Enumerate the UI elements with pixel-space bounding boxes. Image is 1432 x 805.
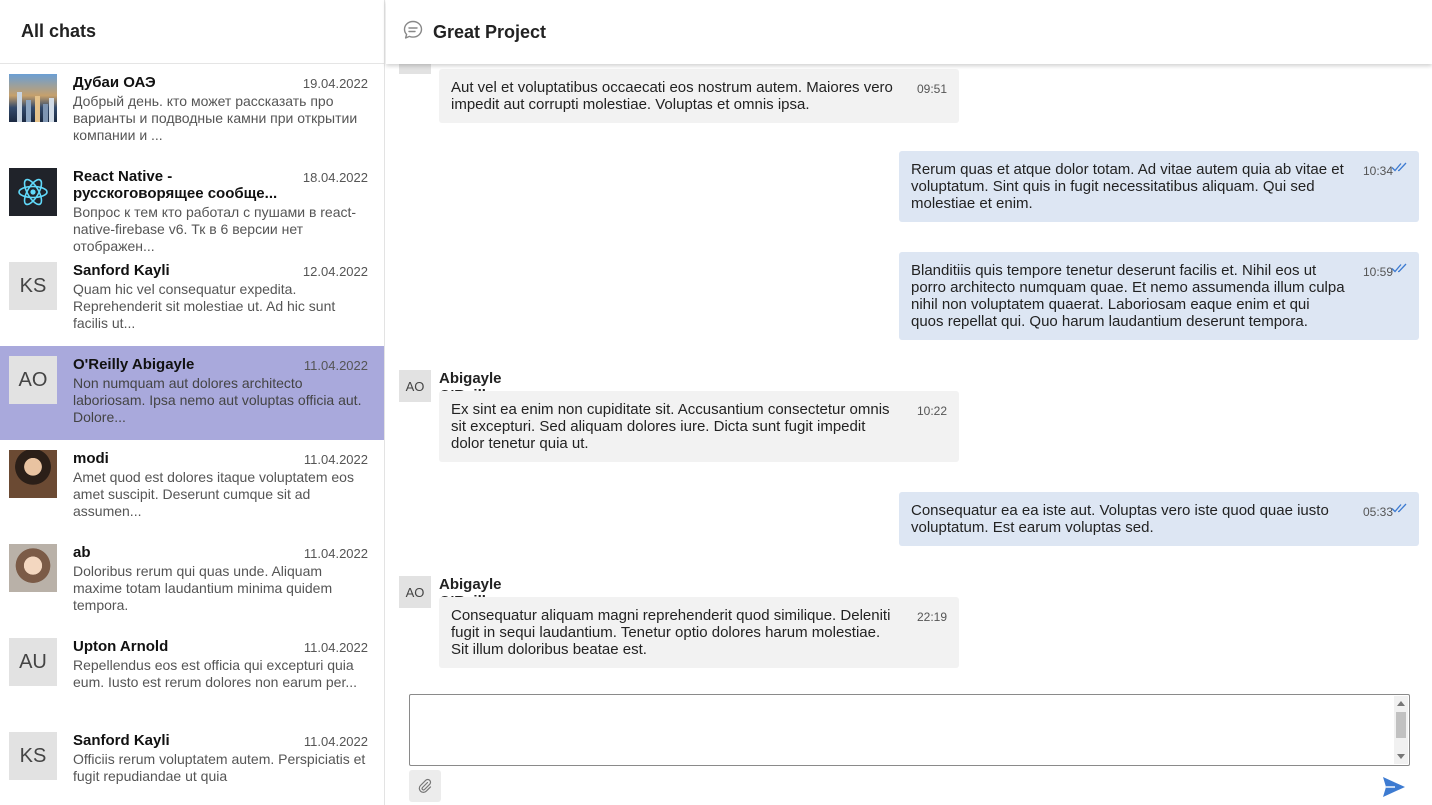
react-logo-icon [9, 168, 57, 216]
chat-list-item[interactable]: ab 11.04.2022 Doloribus rerum qui quas u… [0, 534, 384, 628]
avatar: KS [9, 262, 57, 310]
chat-list-item-active[interactable]: AO O'Reilly Abigayle 11.04.2022 Non numq… [0, 346, 384, 440]
chat-preview: Добрый день. кто может рассказать про ва… [73, 93, 358, 143]
chat-header: Great Project [386, 0, 1432, 64]
avatar: KS [9, 732, 57, 780]
chat-bubble-icon [402, 19, 424, 46]
avatar: AO [399, 370, 431, 402]
avatar: AU [9, 638, 57, 686]
message-bubble-incoming: Aut vel et voluptatibus occaecati eos no… [439, 69, 959, 123]
message-text: Rerum quas et atque dolor totam. Ad vita… [911, 161, 1344, 212]
message-time: 10:22 [916, 404, 947, 418]
send-button[interactable] [1381, 774, 1407, 800]
chat-item-body: O'Reilly Abigayle 11.04.2022 Non numquam… [73, 356, 368, 440]
message-time: 10:34 [1362, 164, 1393, 178]
chat-date: 11.04.2022 [303, 640, 368, 655]
message-bubble-outgoing: Consequatur ea ea iste aut. Voluptas ver… [899, 492, 1419, 546]
message-time: 05:33 [1362, 505, 1393, 519]
sidebar-title: All chats [21, 21, 97, 41]
chat-list-item[interactable]: AU Upton Arnold 11.04.2022 Repellendus e… [0, 628, 384, 722]
chat-preview: Repellendus eos est officia qui exceptur… [73, 657, 358, 690]
chat-date: 11.04.2022 [303, 546, 368, 561]
chat-item-body: Upton Arnold 11.04.2022 Repellendus eos … [73, 638, 368, 722]
message-text: Consequatur ea ea iste aut. Voluptas ver… [911, 502, 1329, 536]
chat-date: 11.04.2022 [303, 358, 368, 373]
avatar: AO [399, 576, 431, 608]
avatar [9, 74, 57, 122]
chat-preview: Officiis rerum voluptatem autem. Perspic… [73, 751, 366, 784]
message-bubble-incoming: Consequatur aliquam magni reprehenderit … [439, 597, 959, 668]
message-text: Aut vel et voluptatibus occaecati eos no… [451, 79, 893, 113]
scroll-up-arrow-icon[interactable] [1397, 701, 1405, 706]
avatar: AO [9, 356, 57, 404]
chat-sidebar: All chats Дубаи ОАЭ 19.04.2022 Добрый де… [0, 0, 385, 805]
chat-preview: Doloribus rerum qui quas unde. Aliquam m… [73, 563, 333, 613]
read-checkmark-icon [1391, 263, 1407, 273]
chat-list-item[interactable]: modi 11.04.2022 Amet quod est dolores it… [0, 440, 384, 534]
chat-item-body: Sanford Kayli 12.04.2022 Quam hic vel co… [73, 262, 368, 346]
scroll-thumb[interactable] [1396, 712, 1406, 738]
chat-date: 19.04.2022 [302, 76, 368, 91]
read-checkmark-icon [1391, 503, 1407, 513]
chat-title: Great Project [433, 21, 547, 42]
message-bubble-outgoing: Rerum quas et atque dolor totam. Ad vita… [899, 151, 1419, 222]
attach-button[interactable] [409, 770, 441, 802]
chat-panel: Great Project AO Aut vel et voluptatibus… [386, 0, 1432, 805]
avatar [9, 544, 57, 592]
message-text: Ex sint ea enim non cupiditate sit. Accu… [451, 401, 890, 452]
message-composer [409, 694, 1410, 766]
message-bubble-outgoing: Blanditiis quis tempore tenetur deserunt… [899, 252, 1419, 340]
chat-list-item[interactable]: React Native - русскоговорящее сообще...… [0, 158, 384, 254]
message-bubble-incoming: Ex sint ea enim non cupiditate sit. Accu… [439, 391, 959, 462]
chat-item-body: Дубаи ОАЭ 19.04.2022 Добрый день. кто мо… [73, 74, 368, 158]
message-time: 22:19 [916, 610, 947, 624]
read-checkmark-icon [1391, 162, 1407, 172]
message-text: Blanditiis quis tempore tenetur deserunt… [911, 262, 1345, 330]
chat-list: Дубаи ОАЭ 19.04.2022 Добрый день. кто мо… [0, 64, 384, 805]
composer-scrollbar[interactable] [1394, 696, 1408, 764]
paperclip-icon [418, 778, 432, 793]
message-time: 10:59 [1362, 265, 1393, 279]
send-icon [1383, 777, 1405, 797]
chat-item-body: ab 11.04.2022 Doloribus rerum qui quas u… [73, 544, 368, 628]
chat-list-item[interactable]: KS Sanford Kayli 12.04.2022 Quam hic vel… [0, 252, 384, 346]
chat-preview: Amet quod est dolores itaque voluptatem … [73, 469, 354, 519]
chat-preview: Non numquam aut dolores architecto labor… [73, 375, 362, 425]
chat-list-item[interactable]: Дубаи ОАЭ 19.04.2022 Добрый день. кто мо… [0, 64, 384, 158]
sidebar-header: All chats [0, 0, 384, 64]
chat-preview: Quam hic vel consequatur expedita. Repre… [73, 281, 336, 331]
chat-preview: Вопрос к тем кто работал с пушами в reac… [73, 204, 357, 254]
avatar [9, 450, 57, 498]
chat-list-item[interactable]: KS Sanford Kayli 11.04.2022 Officiis rer… [0, 722, 384, 805]
chat-date: 11.04.2022 [303, 734, 368, 749]
scroll-down-arrow-icon[interactable] [1397, 754, 1405, 759]
chat-date: 11.04.2022 [303, 452, 368, 467]
message-text: Consequatur aliquam magni reprehenderit … [451, 607, 891, 658]
chat-item-body: modi 11.04.2022 Amet quod est dolores it… [73, 450, 368, 534]
avatar: AO [399, 64, 431, 74]
chat-date: 18.04.2022 [302, 170, 368, 185]
chat-item-body: Sanford Kayli 11.04.2022 Officiis rerum … [73, 732, 368, 805]
message-time: 09:51 [916, 82, 947, 96]
chat-item-body: React Native - русскоговорящее сообще...… [73, 168, 368, 254]
message-input[interactable] [410, 695, 1409, 765]
chat-date: 12.04.2022 [302, 264, 368, 279]
message-list: AO Aut vel et voluptatibus occaecati eos… [386, 64, 1432, 680]
